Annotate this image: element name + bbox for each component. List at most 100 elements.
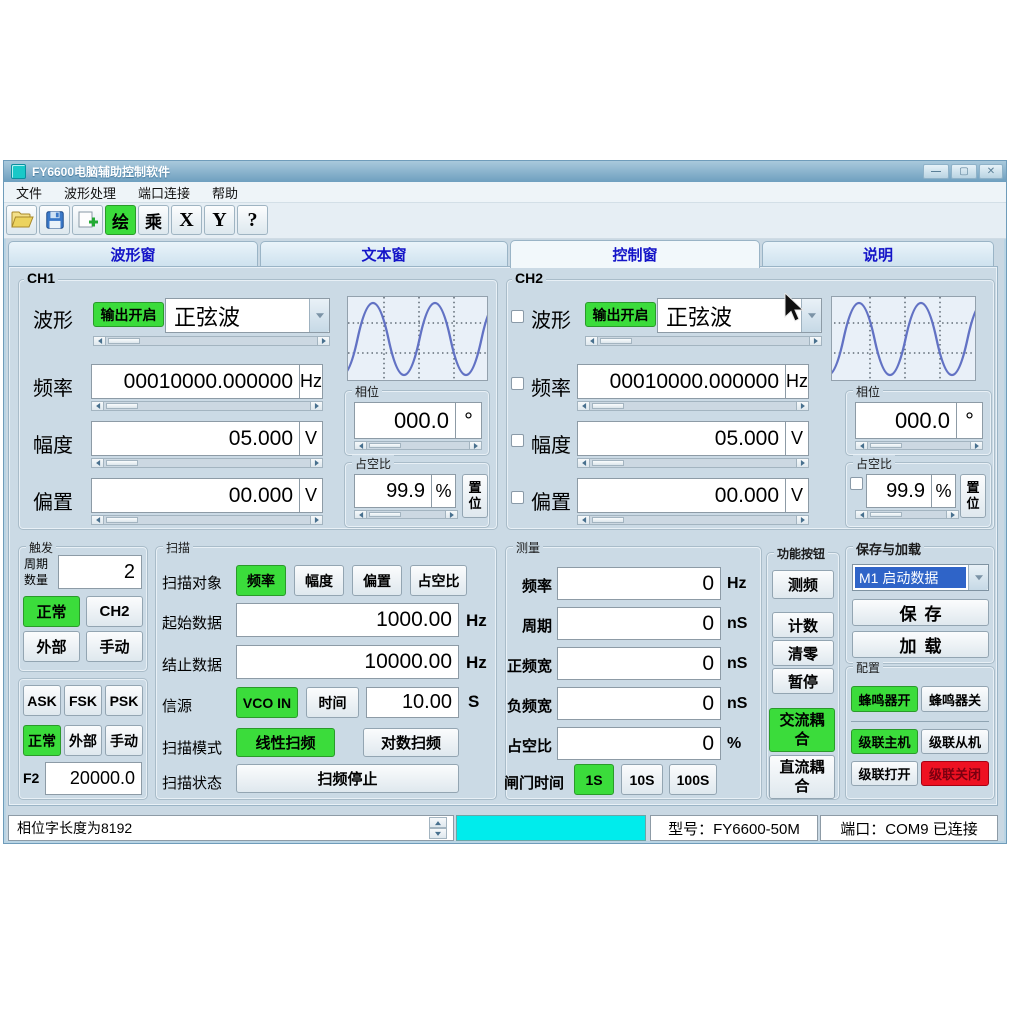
ch2-duty-set-button[interactable]: 置位: [960, 474, 986, 518]
keying-normal-button[interactable]: 正常: [23, 725, 61, 756]
spinner-down-icon[interactable]: [429, 828, 447, 839]
scroll-left-icon[interactable]: [578, 459, 590, 467]
ch2-offset-scrollbar[interactable]: [577, 515, 809, 525]
scroll-left-icon[interactable]: [92, 516, 104, 524]
scroll-thumb[interactable]: [369, 512, 401, 517]
ch1-waveform-scrollbar[interactable]: [93, 336, 330, 346]
ch2-phase-field[interactable]: 000.0: [855, 402, 957, 439]
ch2-duty-field[interactable]: 99.9: [866, 474, 932, 508]
scroll-thumb[interactable]: [592, 460, 624, 466]
trigger-ch2-button[interactable]: CH2: [86, 596, 143, 627]
ch1-freq-field[interactable]: 00010000.000000: [91, 364, 300, 399]
ch1-duty-scrollbar[interactable]: [354, 510, 458, 519]
ch2-duty-checkbox[interactable]: [850, 477, 863, 490]
ch2-duty-scrollbar[interactable]: [855, 510, 959, 519]
ch2-phase-scrollbar[interactable]: [855, 441, 983, 450]
ch2-freq-field[interactable]: 00010000.000000: [577, 364, 786, 399]
gate-100s-button[interactable]: 100S: [669, 764, 717, 795]
cascade-slave-button[interactable]: 级联从机: [921, 729, 989, 754]
gate-1s-button[interactable]: 1S: [574, 764, 614, 795]
scroll-right-icon[interactable]: [796, 459, 808, 467]
scroll-right-icon[interactable]: [970, 442, 982, 449]
scroll-left-icon[interactable]: [856, 442, 868, 449]
linear-sweep-button[interactable]: 线性扫频: [236, 728, 335, 757]
menu-port-connection[interactable]: 端口连接: [138, 183, 190, 202]
scroll-thumb[interactable]: [106, 460, 138, 466]
close-button[interactable]: ✕: [979, 164, 1003, 179]
scroll-right-icon[interactable]: [310, 459, 322, 467]
gate-10s-button[interactable]: 10S: [621, 764, 663, 795]
menu-file[interactable]: 文件: [16, 183, 42, 202]
ch2-output-on-button[interactable]: 输出开启: [585, 302, 656, 327]
scroll-right-icon[interactable]: [317, 337, 329, 345]
draw-button[interactable]: 绘: [105, 205, 136, 235]
measure-freq-button[interactable]: 测频: [772, 570, 834, 599]
ch1-offset-scrollbar[interactable]: [91, 515, 323, 525]
tab-waveform-window[interactable]: 波形窗: [8, 241, 258, 267]
help-button[interactable]: ?: [237, 205, 268, 235]
memory-slot-select[interactable]: M1 启动数据: [852, 564, 989, 591]
scroll-thumb[interactable]: [592, 517, 624, 523]
scroll-thumb[interactable]: [369, 443, 401, 448]
ch2-freq-scrollbar[interactable]: [577, 401, 809, 411]
scroll-left-icon[interactable]: [586, 337, 598, 345]
scroll-thumb[interactable]: [870, 443, 902, 448]
scroll-right-icon[interactable]: [310, 516, 322, 524]
ch2-amp-field[interactable]: 05.000: [577, 421, 786, 456]
trigger-manual-button[interactable]: 手动: [86, 631, 143, 662]
f2-field[interactable]: 20000.0: [45, 762, 142, 795]
keying-manual-button[interactable]: 手动: [105, 725, 143, 756]
scroll-right-icon[interactable]: [469, 442, 481, 449]
pause-button[interactable]: 暂停: [772, 668, 834, 694]
fsk-button[interactable]: FSK: [64, 685, 102, 716]
ch1-waveform-select[interactable]: 正弦波: [165, 298, 330, 333]
x-axis-button[interactable]: X: [171, 205, 202, 235]
sweep-start-field[interactable]: 1000.00: [236, 603, 459, 637]
ch1-duty-field[interactable]: 99.9: [354, 474, 432, 508]
ch1-amp-field[interactable]: 05.000: [91, 421, 300, 456]
ch1-amp-scrollbar[interactable]: [91, 458, 323, 468]
ch2-offset-field[interactable]: 00.000: [577, 478, 786, 513]
chevron-down-icon[interactable]: [968, 565, 988, 590]
buzzer-off-button[interactable]: 蜂鸣器关: [921, 686, 989, 712]
scroll-right-icon[interactable]: [946, 511, 958, 518]
sweep-target-amp-button[interactable]: 幅度: [294, 565, 344, 596]
clear-button[interactable]: 清零: [772, 640, 834, 666]
sweep-end-field[interactable]: 10000.00: [236, 645, 459, 679]
dc-coupling-button[interactable]: 直流耦合: [769, 755, 835, 799]
scroll-left-icon[interactable]: [578, 516, 590, 524]
chevron-down-icon[interactable]: [309, 299, 329, 332]
ch1-freq-scrollbar[interactable]: [91, 401, 323, 411]
scroll-right-icon[interactable]: [445, 511, 457, 518]
trigger-normal-button[interactable]: 正常: [23, 596, 80, 627]
cascade-open-button[interactable]: 级联打开: [851, 761, 918, 786]
minimize-button[interactable]: —: [923, 164, 949, 179]
ch2-freq-checkbox[interactable]: [511, 377, 524, 390]
tab-control-window[interactable]: 控制窗: [510, 240, 760, 268]
ch1-output-on-button[interactable]: 输出开启: [93, 302, 164, 327]
ch2-amp-scrollbar[interactable]: [577, 458, 809, 468]
scroll-right-icon[interactable]: [310, 402, 322, 410]
vco-in-button[interactable]: VCO IN: [236, 687, 298, 718]
cascade-close-button[interactable]: 级联关闭: [921, 761, 989, 786]
keying-external-button[interactable]: 外部: [64, 725, 102, 756]
scroll-thumb[interactable]: [592, 403, 624, 409]
ch2-waveform-scrollbar[interactable]: [585, 336, 822, 346]
ch1-offset-field[interactable]: 00.000: [91, 478, 300, 513]
sweep-stop-button[interactable]: 扫频停止: [236, 764, 459, 793]
ch2-amp-checkbox[interactable]: [511, 434, 524, 447]
save-button[interactable]: [39, 205, 70, 235]
scroll-left-icon[interactable]: [856, 511, 868, 518]
count-button[interactable]: 计数: [772, 612, 834, 638]
scroll-left-icon[interactable]: [355, 511, 367, 518]
scroll-thumb[interactable]: [108, 338, 140, 344]
scroll-left-icon[interactable]: [92, 459, 104, 467]
scroll-left-icon[interactable]: [355, 442, 367, 449]
open-file-button[interactable]: [6, 205, 37, 235]
psk-button[interactable]: PSK: [105, 685, 143, 716]
sweep-target-offset-button[interactable]: 偏置: [352, 565, 402, 596]
save-data-button[interactable]: 保存: [852, 599, 989, 626]
sweep-time-field[interactable]: 10.00: [366, 687, 459, 718]
menu-help[interactable]: 帮助: [212, 183, 238, 202]
ac-coupling-button[interactable]: 交流耦合: [769, 708, 835, 752]
